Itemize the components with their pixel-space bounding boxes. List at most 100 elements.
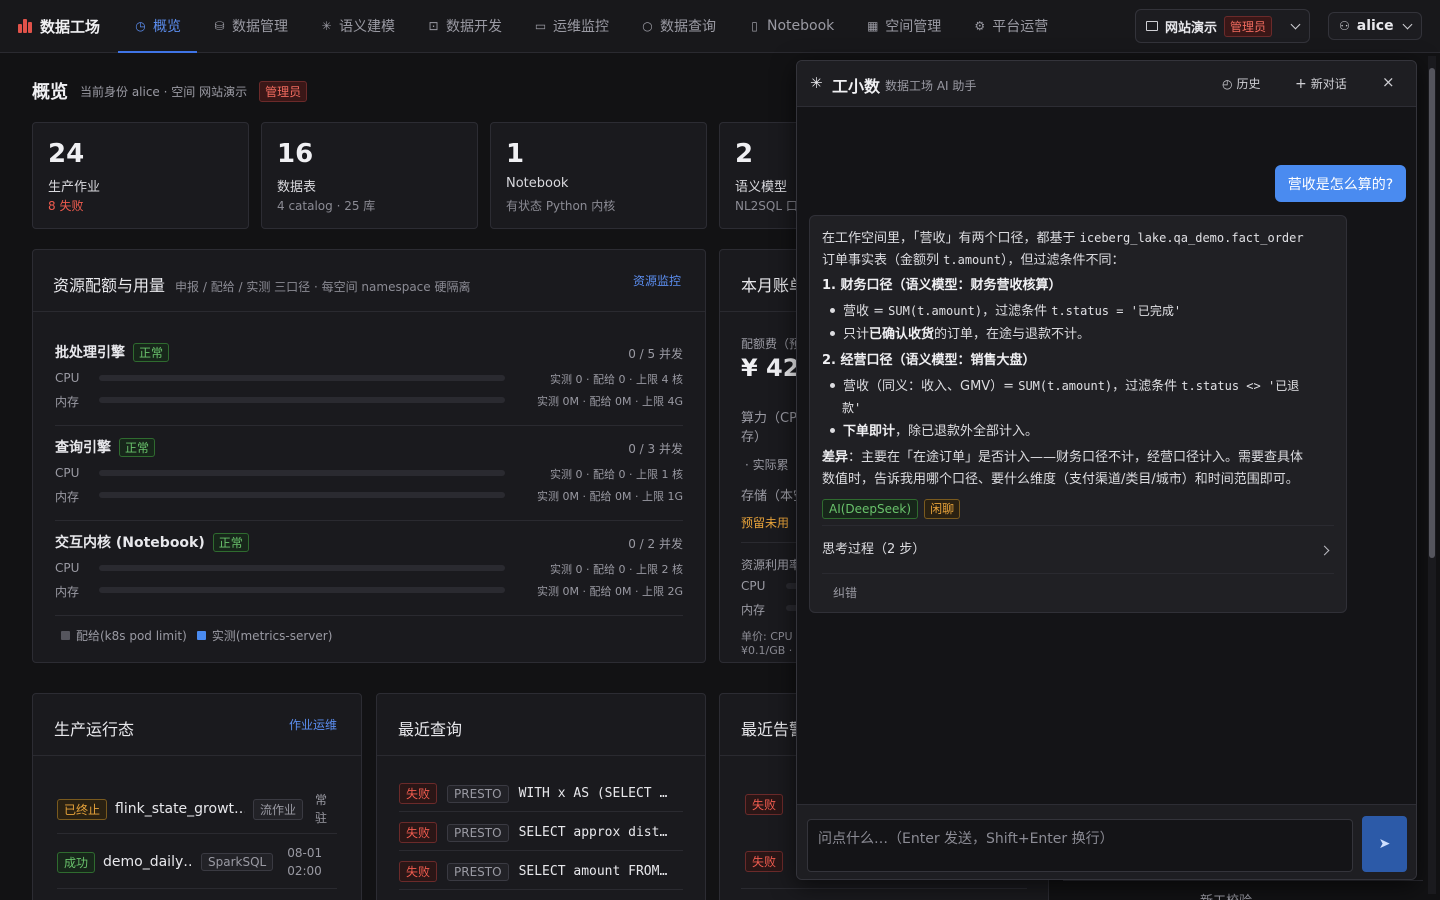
query-row[interactable]: 失败 PRESTO SELECT amount FROM… — [399, 861, 667, 882]
engine-name: 批处理引擎 — [55, 345, 125, 361]
space-selector[interactable]: 网站演示 管理员 — [1135, 9, 1310, 43]
recent-queries-card: 最近查询 失败 PRESTO WITH x AS (SELECT … 失败 PR… — [376, 693, 706, 900]
stat-label: Notebook — [506, 176, 569, 191]
text: 的订单，在途与退款不计。 — [934, 327, 1091, 342]
nav-tab-semantic-modeling[interactable]: ✳ 语义建模 — [304, 0, 411, 53]
nav-tab-data-management[interactable]: ⛁ 数据管理 — [197, 0, 304, 53]
legend-swatch-allocated — [61, 631, 70, 640]
nav-tab-label: Notebook — [767, 18, 835, 34]
brand[interactable]: 数据工场 — [0, 16, 118, 37]
stat-number: 24 — [48, 139, 85, 169]
divider — [399, 811, 683, 812]
stat-card-jobs[interactable]: 24 生产作业 8 失败 — [32, 122, 249, 229]
engine-header: 交互内核 (Notebook) 正常 — [55, 532, 249, 552]
cpu-usage-bar — [99, 470, 505, 476]
status-badge: 成功 — [57, 851, 96, 873]
history-button[interactable]: ◴ 历史 — [1222, 75, 1261, 92]
stat-number: 16 — [277, 139, 314, 169]
assistant-name: 工小数 — [832, 77, 881, 96]
compute-label-2: 存） — [741, 430, 768, 445]
engine-header: 批处理引擎 正常 — [55, 342, 170, 362]
divider — [822, 525, 1334, 526]
page-header: 概览 当前身份 alice · 空间 网站演示 管理员 — [32, 78, 308, 104]
chat-messages: 营收是怎么算的? 在工作空间里，「营收」有两个口径，都基于 iceberg_la… — [797, 107, 1416, 804]
table-name: iceberg_lake.qa_demo.fact_order — [1079, 231, 1304, 245]
user-message: 营收是怎么算的? — [1275, 165, 1406, 202]
price-line-2: ¥0.1/GB · — [741, 644, 793, 657]
building-icon: ▦ — [867, 19, 879, 33]
history-label: 历史 — [1236, 77, 1261, 91]
job-row[interactable]: 成功 demo_daily… SparkSQL 08-01 02:00 — [57, 842, 339, 882]
brand-name: 数据工场 — [40, 17, 101, 36]
query-sql: SELECT amount FROM… — [518, 864, 668, 879]
correct-button[interactable]: 纠错 — [833, 582, 857, 604]
send-button[interactable]: ➤ — [1362, 816, 1407, 872]
ai-intro: 在工作空间里，「营收」有两个口径，都基于 iceberg_lake.qa_dem… — [822, 227, 1334, 250]
cpu-usage-bar — [99, 375, 505, 381]
section-title: 最近查询 — [398, 720, 463, 739]
nav-tab-overview[interactable]: ◷ 概览 — [118, 0, 197, 53]
page-scrollbar[interactable] — [1428, 56, 1436, 894]
nav-tab-notebook[interactable]: ▯ Notebook — [732, 0, 850, 53]
text: 订单事实表（金额列 — [822, 253, 944, 268]
divider — [33, 311, 705, 312]
memory-usage: 实测 0M · 配给 0M · 上限 2G — [537, 585, 683, 598]
thinking-process-toggle[interactable]: 思考过程（2 步） — [822, 539, 1334, 561]
legend-label: 实测(metrics-server) — [211, 629, 333, 643]
text: 营收 = — [843, 304, 889, 319]
sparkle-icon: ✳ — [810, 74, 823, 92]
thinking-label: 思考过程（2 步） — [822, 542, 926, 557]
query-row[interactable]: 失败 PRESTO WITH x AS (SELECT … — [399, 783, 667, 804]
monitor-icon: ▭ — [534, 19, 547, 33]
bullet: 营收（同义：收入、GMV）= SUM(t.amount)，过滤条件 t.stat… — [830, 375, 1334, 398]
stat-label: 数据表 — [277, 180, 317, 195]
reserved-unused: 预留未用 — [741, 516, 790, 530]
status-badge: 失败 — [399, 783, 438, 804]
concurrency: 0 / 5 并发 — [628, 347, 683, 361]
send-icon: ➤ — [1378, 836, 1391, 852]
job-type-badge: SparkSQL — [201, 853, 274, 871]
stat-card-notebook[interactable]: 1 Notebook 有状态 Python 内核 — [490, 122, 707, 229]
cpu-label: CPU — [55, 561, 80, 575]
user-menu[interactable]: ⚇ alice — [1328, 12, 1422, 40]
difference-line: 差异：主要在「在途订单」是否计入——财务口径不计，经营口径计入。需要查具体 — [822, 447, 1334, 469]
bold-text: 下单即计 — [843, 424, 896, 439]
stat-sub: 8 失败 — [48, 199, 84, 213]
memory-usage-bar — [99, 587, 505, 593]
actual-cost: · 实际累 — [745, 458, 789, 472]
bullet-dot — [830, 331, 835, 336]
text: 在工作空间里，「营收」有两个口径，都基于 — [822, 231, 1080, 246]
job-ops-link[interactable]: 作业运维 — [289, 716, 337, 733]
nav-tab-label: 语义建模 — [339, 19, 395, 35]
bold-text: 已确认收货 — [869, 327, 935, 342]
nav-tab-space-management[interactable]: ▦ 空间管理 — [850, 0, 957, 53]
text: ：主要在「在途订单」是否计入——财务口径不计，经营口径计入。需要查具体 — [848, 450, 1304, 465]
divider — [1063, 880, 1423, 881]
status-badge: 已终止 — [57, 798, 108, 820]
divider — [55, 425, 683, 426]
nav-tab-data-query[interactable]: ○ 数据查询 — [625, 0, 732, 53]
new-chat-button[interactable]: + 新对话 — [1295, 75, 1347, 92]
nav-tab-ops-monitor[interactable]: ▭ 运维监控 — [518, 0, 625, 53]
space-role-badge: 管理员 — [1224, 15, 1273, 37]
allocation-fee-label: 配额费（预 — [741, 337, 802, 351]
scrollbar-thumb[interactable] — [1429, 68, 1435, 558]
text: ，过滤条件 — [982, 304, 1052, 319]
heading-business: 2. 经营口径（语义模型：销售大盘） — [822, 353, 1036, 368]
stat-card-tables[interactable]: 16 数据表 4 catalog · 25 库 — [261, 122, 478, 229]
cpu-usage-bar — [99, 565, 505, 571]
query-row[interactable]: 失败 PRESTO SELECT approx dist… — [399, 822, 667, 843]
nav-tab-data-development[interactable]: ⊡ 数据开发 — [411, 0, 518, 53]
price-line: 单价: CPU — [741, 630, 793, 643]
close-icon[interactable]: × — [1382, 73, 1395, 91]
text: ，除已退款外全部计入。 — [895, 424, 1039, 439]
intent-badge: 闲聊 — [924, 499, 961, 519]
job-row[interactable]: 已终止 flink_state_growt… 流作业 常驻 — [57, 788, 339, 830]
chat-input[interactable] — [807, 819, 1353, 872]
nav-tab-label: 数据开发 — [446, 19, 502, 35]
database-icon: ⛁ — [214, 19, 225, 33]
nav-tab-platform-ops[interactable]: ⚙ 平台运营 — [957, 0, 1064, 53]
resource-monitor-link[interactable]: 资源监控 — [633, 272, 681, 289]
status-badge: 正常 — [119, 437, 156, 457]
role-badge: 管理员 — [259, 80, 308, 102]
